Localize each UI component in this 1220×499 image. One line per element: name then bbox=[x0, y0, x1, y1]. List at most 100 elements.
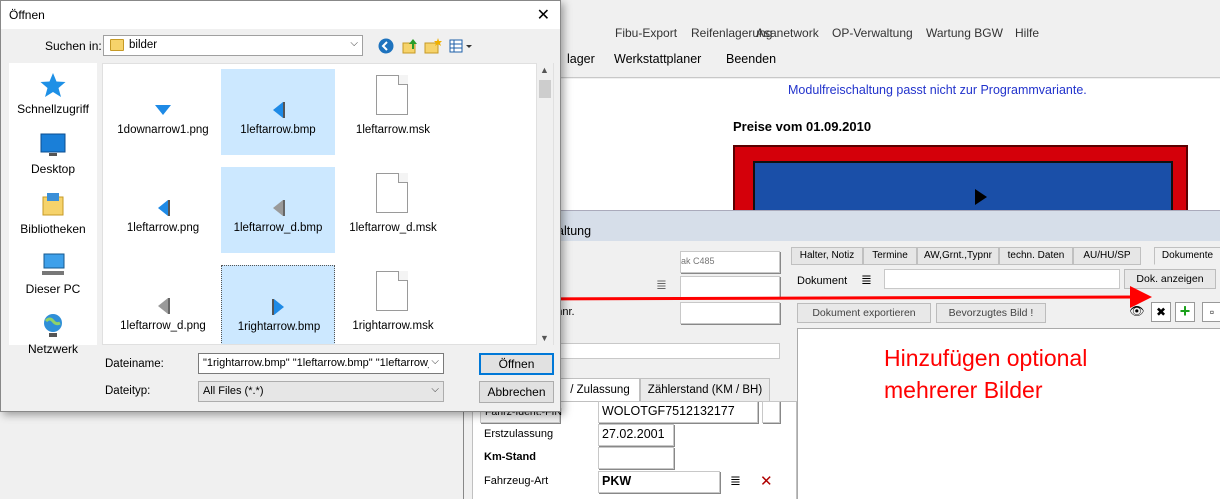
file-item[interactable]: 1leftarrow.bmp bbox=[221, 69, 335, 155]
tab-au-hu-sp[interactable]: AU/HU/SP bbox=[1073, 247, 1141, 265]
tab-aw-grnt-typnr[interactable]: AW,Grnt.,Typnr bbox=[917, 247, 999, 265]
cancel-button[interactable]: Abbrechen bbox=[479, 381, 554, 403]
delete-icon[interactable]: ✖ bbox=[1151, 302, 1171, 322]
place-dieser-pc[interactable]: Dieser PC bbox=[9, 251, 97, 296]
fin-extra-button[interactable] bbox=[762, 401, 780, 423]
app-content-area: Modulfreischaltung passt nicht zur Progr… bbox=[540, 79, 1220, 301]
left-arrow-gray-icon bbox=[148, 291, 178, 321]
vehicle-window: waltung ak C485 ≣ gennr. Halter, Notiz T… bbox=[463, 210, 1220, 499]
scroll-down-icon[interactable]: ▼ bbox=[540, 333, 549, 343]
open-button[interactable]: Öffnen bbox=[479, 353, 554, 375]
menu-item-hilfe[interactable]: Hilfe bbox=[1015, 26, 1039, 40]
eye-icon[interactable]: 👁 bbox=[1127, 302, 1147, 322]
file-item[interactable]: 1leftarrow.msk bbox=[336, 69, 450, 155]
bevorzugtes-bild-button[interactable]: Bevorzugtes Bild ! bbox=[936, 303, 1046, 323]
place-label: Dieser PC bbox=[25, 282, 81, 296]
toolbar-beenden-button[interactable]: Beenden bbox=[726, 52, 776, 66]
fahrzeug-art-label: Fahrzeug-Art bbox=[484, 475, 549, 487]
file-list-scrollbar[interactable]: ▲ ▼ bbox=[536, 63, 553, 345]
file-item[interactable]: 1leftarrow_d.bmp bbox=[221, 167, 335, 253]
network-icon bbox=[38, 311, 68, 339]
close-icon[interactable]: ✕ bbox=[537, 5, 550, 25]
file-item[interactable]: 1rightarrow.bmp bbox=[221, 265, 335, 344]
add-icon[interactable]: + bbox=[1175, 302, 1195, 322]
dokument-label: Dokument bbox=[797, 275, 848, 287]
dok-anzeigen-button[interactable]: Dok. anzeigen bbox=[1124, 269, 1216, 289]
menu-item-fibu-export[interactable]: Fibu-Export bbox=[615, 26, 677, 40]
clear-icon[interactable]: ✕ bbox=[760, 472, 773, 490]
tab-termine[interactable]: Termine bbox=[863, 247, 917, 265]
filetype-select[interactable]: All Files (*.*) ⌵ bbox=[198, 381, 444, 402]
scroll-up-icon[interactable]: ▲ bbox=[540, 65, 549, 75]
back-icon[interactable] bbox=[377, 37, 395, 55]
menu-item-op-verwaltung[interactable]: OP-Verwaltung bbox=[832, 26, 913, 40]
file-item[interactable]: 1leftarrow.png bbox=[106, 167, 220, 253]
dialog-title: Öffnen bbox=[9, 8, 45, 22]
chevron-down-icon[interactable]: ⌵ bbox=[431, 356, 439, 367]
menu-item-wartung-bgw[interactable]: Wartung BGW bbox=[926, 26, 1003, 40]
obscured-field[interactable]: ak C485 bbox=[680, 251, 780, 273]
file-name: 1rightarrow.msk bbox=[352, 320, 434, 332]
place-label: Desktop bbox=[30, 162, 76, 176]
star-icon bbox=[38, 71, 68, 99]
fin-field[interactable]: WOLOTGF7512132177 bbox=[598, 401, 758, 423]
annotation-text: Hinzufügen optional mehrerer Bilder bbox=[884, 342, 1087, 406]
new-folder-icon[interactable] bbox=[424, 37, 442, 55]
tab-techn-daten[interactable]: techn. Daten bbox=[999, 247, 1073, 265]
document-icon bbox=[376, 271, 408, 311]
annotation-line-1: Hinzufügen optional bbox=[884, 345, 1088, 371]
view-menu-icon[interactable] bbox=[448, 37, 474, 55]
km-stand-field[interactable] bbox=[598, 447, 674, 469]
fahrzeug-art-value: PKW bbox=[602, 474, 632, 488]
list-icon[interactable]: ≣ bbox=[656, 277, 667, 293]
open-file-dialog: Öffnen ✕ Suchen in: bilder ⌵ Schnellzugr… bbox=[0, 0, 561, 412]
modul-message: Modulfreischaltung passt nicht zur Progr… bbox=[788, 83, 1087, 97]
list-icon[interactable]: ≣ bbox=[861, 272, 872, 288]
tab-zaehlerstand[interactable]: Zählerstand (KM / BH) bbox=[640, 378, 770, 402]
dokument-exportieren-button[interactable]: Dokument exportieren bbox=[797, 303, 931, 323]
left-arrow-icon bbox=[263, 95, 293, 125]
tab-dokumente[interactable]: Dokumente bbox=[1154, 247, 1220, 265]
menu-item-asanetwork[interactable]: Asanetwork bbox=[756, 26, 819, 40]
erstzulassung-field[interactable]: 27.02.2001 bbox=[598, 424, 674, 446]
look-in-value: bilder bbox=[129, 39, 158, 51]
dokument-input[interactable] bbox=[884, 269, 1120, 289]
place-schnellzugriff[interactable]: Schnellzugriff bbox=[9, 71, 97, 116]
up-folder-icon[interactable] bbox=[401, 37, 419, 55]
right-arrow-icon bbox=[264, 292, 294, 322]
look-in-combo[interactable]: bilder ⌵ bbox=[103, 35, 363, 56]
field-nr[interactable] bbox=[680, 302, 780, 324]
filetype-value: All Files (*.*) bbox=[203, 385, 264, 397]
place-label: Netzwerk bbox=[27, 342, 78, 356]
grid-icon[interactable]: ▫ bbox=[1202, 302, 1220, 322]
places-bar: Schnellzugriff Desktop Bibliotheken Dies… bbox=[9, 63, 97, 356]
fahrzeug-art-field[interactable]: PKW bbox=[598, 471, 720, 493]
filename-input[interactable]: "1rightarrow.bmp" "1leftarrow.bmp" "1lef… bbox=[198, 353, 444, 374]
place-netzwerk[interactable]: Netzwerk bbox=[9, 311, 97, 356]
place-desktop[interactable]: Desktop bbox=[9, 131, 97, 176]
library-icon bbox=[38, 191, 68, 219]
list-icon[interactable]: ≣ bbox=[730, 473, 741, 489]
place-bibliotheken[interactable]: Bibliotheken bbox=[9, 191, 97, 236]
scroll-thumb[interactable] bbox=[539, 80, 551, 98]
tab-zulassung[interactable]: / Zulassung bbox=[560, 378, 640, 402]
chevron-down-icon[interactable]: ⌵ bbox=[431, 384, 439, 395]
app-toolbar: lager Werkstattplaner Beenden bbox=[540, 44, 1220, 78]
toolbar-lager-button[interactable]: lager bbox=[567, 52, 595, 66]
file-name: 1leftarrow_d.png bbox=[120, 320, 206, 332]
annotation-line-2: mehrerer Bilder bbox=[884, 377, 1043, 403]
file-item[interactable]: 1leftarrow_d.png bbox=[106, 265, 220, 344]
filename-value: "1rightarrow.bmp" "1leftarrow.bmp" "1lef… bbox=[203, 357, 429, 369]
place-label: Schnellzugriff bbox=[17, 102, 89, 116]
field-blank[interactable] bbox=[560, 343, 780, 359]
field-2[interactable] bbox=[680, 276, 780, 298]
toolbar-werkstattplaner-button[interactable]: Werkstattplaner bbox=[614, 52, 701, 66]
dialog-titlebar: Öffnen ✕ bbox=[1, 1, 560, 29]
left-arrow-gray-icon bbox=[263, 193, 293, 223]
chevron-down-icon[interactable]: ⌵ bbox=[350, 38, 358, 49]
erstzulassung-label: Erstzulassung bbox=[484, 428, 554, 440]
tab-halter-notiz[interactable]: Halter, Notiz bbox=[791, 247, 863, 265]
file-item[interactable]: 1leftarrow_d.msk bbox=[336, 167, 450, 253]
file-item[interactable]: 1rightarrow.msk bbox=[336, 265, 450, 344]
file-item[interactable]: 1downarrow1.png bbox=[106, 69, 220, 155]
